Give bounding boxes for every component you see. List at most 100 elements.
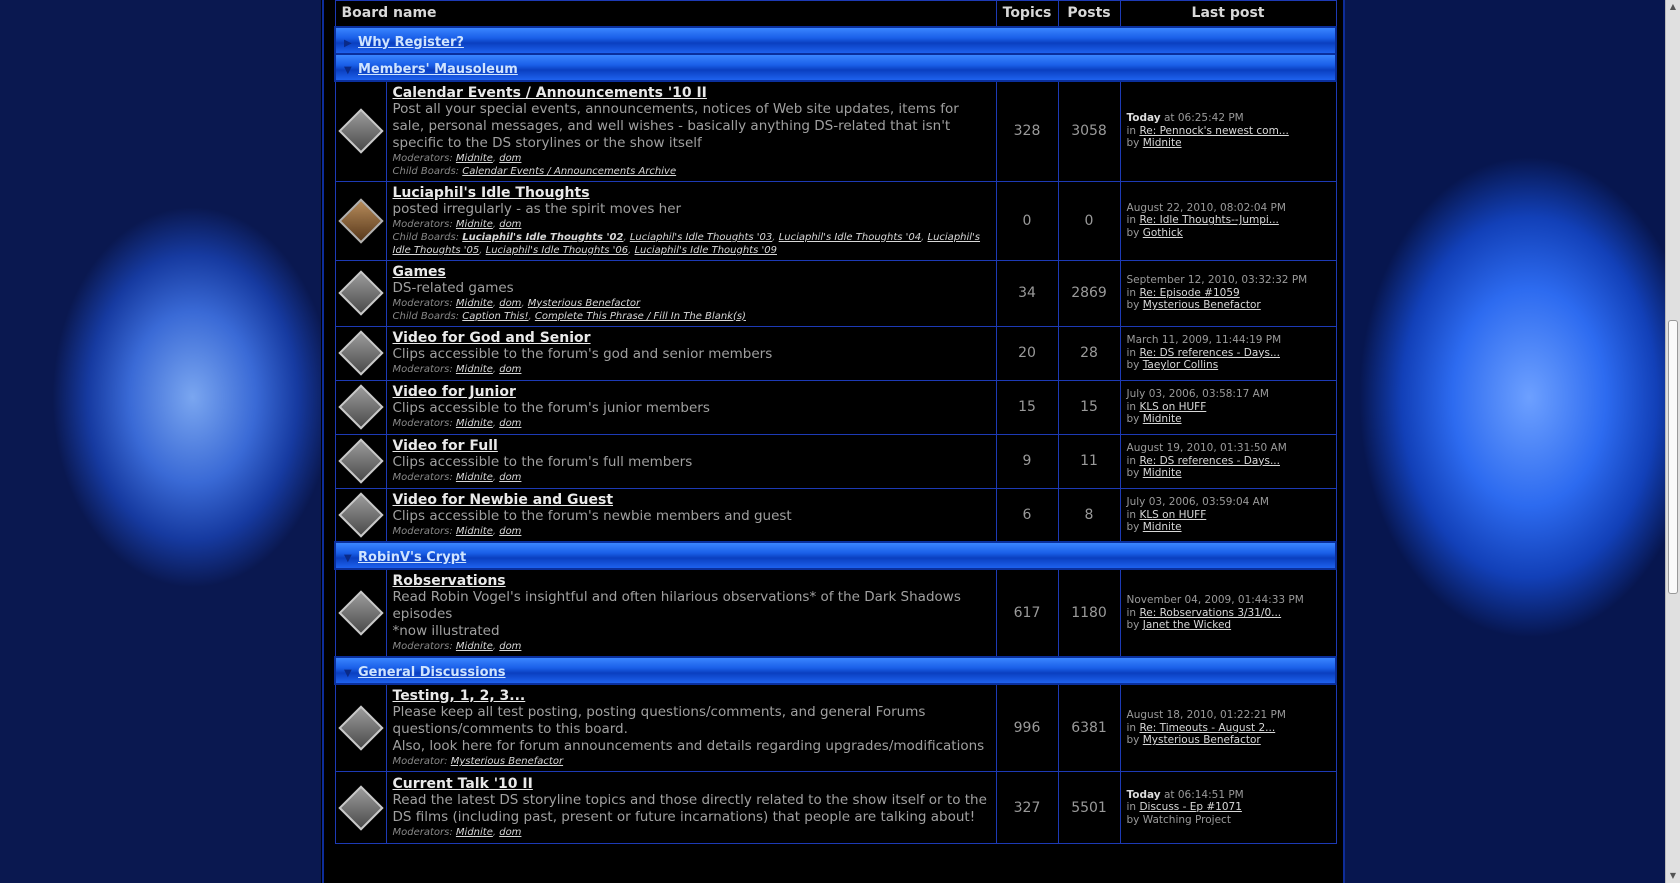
board-name-link[interactable]: Current Talk '10 II [393, 776, 990, 792]
last-post-author-link[interactable]: Taeylor Collins [1143, 359, 1218, 371]
board-moderators: Moderators: Midnite, dom [392, 152, 522, 164]
last-post-topic-link[interactable]: Re: Idle Thoughts--Jumpi... [1139, 214, 1278, 226]
last-post-topic-link[interactable]: Re: DS references - Days... [1139, 347, 1280, 359]
last-post-topic-link[interactable]: Re: Pennock's newest com... [1139, 125, 1288, 137]
last-post-topic-link[interactable]: KLS on HUFF [1139, 509, 1206, 521]
board-name-link[interactable]: Luciaphil's Idle Thoughts [393, 185, 990, 201]
expand-arrow-icon[interactable]: ▶ [344, 38, 358, 49]
board-status-icon [337, 438, 384, 484]
category-link-members-mausoleum[interactable]: Members' Mausoleum [358, 62, 518, 77]
board-child-boards: Child Boards: Luciaphil's Idle Thoughts … [392, 231, 981, 256]
board-topics: 34 [995, 259, 1059, 327]
board-moderators: Moderators: Midnite, dom [392, 525, 522, 537]
moderator-link[interactable]: Midnite [456, 219, 493, 230]
child-board-link[interactable]: Luciaphil's Idle Thoughts '02 [462, 232, 623, 243]
moderator-link[interactable]: dom [499, 827, 521, 838]
last-post-topic-link[interactable]: KLS on HUFF [1139, 401, 1206, 413]
last-post-author-link[interactable]: Gothick [1143, 227, 1183, 239]
board-name-link[interactable]: Video for Newbie and Guest [393, 492, 990, 508]
last-post-author-link[interactable]: Mysterious Benefactor [1143, 734, 1261, 746]
moderator-link[interactable]: dom [499, 153, 521, 164]
board-topics: 996 [995, 683, 1059, 772]
board-row: Video for Junior Clips accessible to the… [334, 379, 1337, 435]
scrollbar-thumb[interactable] [1668, 320, 1678, 594]
board-status-icon [337, 492, 384, 538]
board-child-boards: Child Boards: Caption This!, Complete Th… [392, 310, 746, 322]
last-post-author-link[interactable]: Janet the Wicked [1143, 619, 1231, 631]
board-name-link[interactable]: Calendar Events / Announcements '10 II [393, 85, 990, 101]
category-link-why-register[interactable]: Why Register? [358, 35, 464, 50]
moderator-link[interactable]: dom [499, 472, 521, 483]
category-link-robinv-crypt[interactable]: RobinV's Crypt [358, 550, 466, 565]
board-moderators: Moderators: Midnite, dom [392, 364, 522, 375]
child-board-link[interactable]: Caption This! [462, 311, 528, 322]
last-post-topic-link[interactable]: Discuss - Ep #1071 [1139, 801, 1241, 813]
board-name-link[interactable]: Games [393, 264, 990, 280]
child-board-link[interactable]: Calendar Events / Announcements Archive [462, 166, 676, 177]
child-board-link[interactable]: Luciaphil's Idle Thoughts '06 [486, 245, 628, 256]
board-description: DS-related games [392, 279, 514, 296]
moderator-link[interactable]: Midnite [456, 418, 493, 429]
page-scrollbar[interactable]: ▲ ▼ [1665, 0, 1680, 883]
moderator-link[interactable]: Midnite [456, 472, 493, 483]
moderator-link[interactable]: Midnite [456, 364, 493, 375]
child-board-link[interactable]: Luciaphil's Idle Thoughts '04 [779, 232, 921, 243]
category-why-register[interactable]: ▶ Why Register? [333, 25, 1338, 55]
board-name-link[interactable]: Video for Full [393, 438, 990, 454]
board-last-post: July 03, 2006, 03:58:17 AM in KLS on HUFF… [1119, 379, 1337, 435]
board-moderators: Moderators: Midnite, dom [392, 641, 522, 652]
board-topics: 9 [995, 433, 1059, 489]
board-name-link[interactable]: Video for God and Senior [393, 330, 990, 346]
last-post-topic-link[interactable]: Re: Robservations 3/31/0... [1139, 607, 1281, 619]
moderator-link[interactable]: Midnite [456, 153, 493, 164]
last-post-topic-link[interactable]: Re: Timeouts - August 2... [1139, 722, 1275, 734]
scroll-up-icon[interactable]: ▲ [1666, 0, 1680, 14]
moderator-link[interactable]: dom [499, 526, 521, 537]
board-description: Post all your special events, announceme… [392, 100, 959, 151]
board-name-link[interactable]: Testing, 1, 2, 3... [393, 688, 990, 704]
moderator-link[interactable]: dom [499, 418, 521, 429]
last-post-author-link[interactable]: Midnite [1143, 413, 1182, 425]
board-last-post: March 11, 2009, 11:44:19 PM in Re: DS ref… [1119, 325, 1337, 381]
board-description: Read Robin Vogel's insightful and often … [392, 589, 961, 622]
child-board-link[interactable]: Complete This Phrase / Fill In The Blank… [535, 311, 746, 322]
category-general-discussions[interactable]: ▼ General Discussions [333, 656, 1338, 685]
moderator-link[interactable]: Mysterious Benefactor [528, 298, 640, 309]
board-moderators: Moderators: Midnite, dom, Mysterious Ben… [392, 297, 641, 309]
collapse-arrow-icon[interactable]: ▼ [344, 553, 358, 564]
category-robinv-crypt[interactable]: ▼ RobinV's Crypt [333, 541, 1338, 570]
board-name-link[interactable]: Robservations [393, 573, 990, 589]
moderator-link[interactable]: Mysterious Benefactor [451, 756, 563, 767]
background-photo-left [0, 0, 321, 883]
collapse-arrow-icon[interactable]: ▼ [344, 668, 358, 679]
last-post-author-link[interactable]: Midnite [1143, 521, 1182, 533]
last-post-topic-link[interactable]: Re: DS references - Days... [1139, 455, 1280, 467]
moderator-link[interactable]: Midnite [456, 526, 493, 537]
category-link-general-discussions[interactable]: General Discussions [358, 665, 506, 680]
board-status-icon [337, 590, 384, 636]
moderator-link[interactable]: dom [499, 298, 521, 309]
moderator-link[interactable]: Midnite [456, 827, 493, 838]
scroll-down-icon[interactable]: ▼ [1666, 869, 1680, 883]
last-post-author-link[interactable]: Mysterious Benefactor [1143, 299, 1261, 311]
moderator-link[interactable]: dom [499, 219, 521, 230]
moderator-link[interactable]: Midnite [456, 641, 493, 652]
board-posts: 6381 [1057, 683, 1121, 772]
last-post-topic-link[interactable]: Re: Episode #1059 [1139, 287, 1239, 299]
collapse-arrow-icon[interactable]: ▼ [344, 65, 358, 76]
board-description-note: *now illustrated [392, 623, 500, 639]
board-name-link[interactable]: Video for Junior [393, 384, 990, 400]
child-board-link[interactable]: Luciaphil's Idle Thoughts '03 [630, 232, 772, 243]
moderator-link[interactable]: Midnite [456, 298, 493, 309]
moderator-link[interactable]: dom [499, 641, 521, 652]
child-board-link[interactable]: Luciaphil's Idle Thoughts '09 [634, 245, 776, 256]
last-post-author-link[interactable]: Midnite [1143, 467, 1182, 479]
board-topics: 0 [995, 180, 1059, 261]
category-members-mausoleum[interactable]: ▼ Members' Mausoleum [333, 52, 1338, 82]
board-row: Testing, 1, 2, 3... Please keep all test… [334, 683, 1337, 772]
board-moderators: Moderators: Midnite, dom [392, 418, 522, 429]
last-post-author-link[interactable]: Midnite [1143, 137, 1182, 149]
moderator-link[interactable]: dom [499, 364, 521, 375]
board-status-icon [337, 108, 384, 154]
board-index-table: Board name Topics Posts Last post ▶ Why R… [333, 0, 1338, 844]
